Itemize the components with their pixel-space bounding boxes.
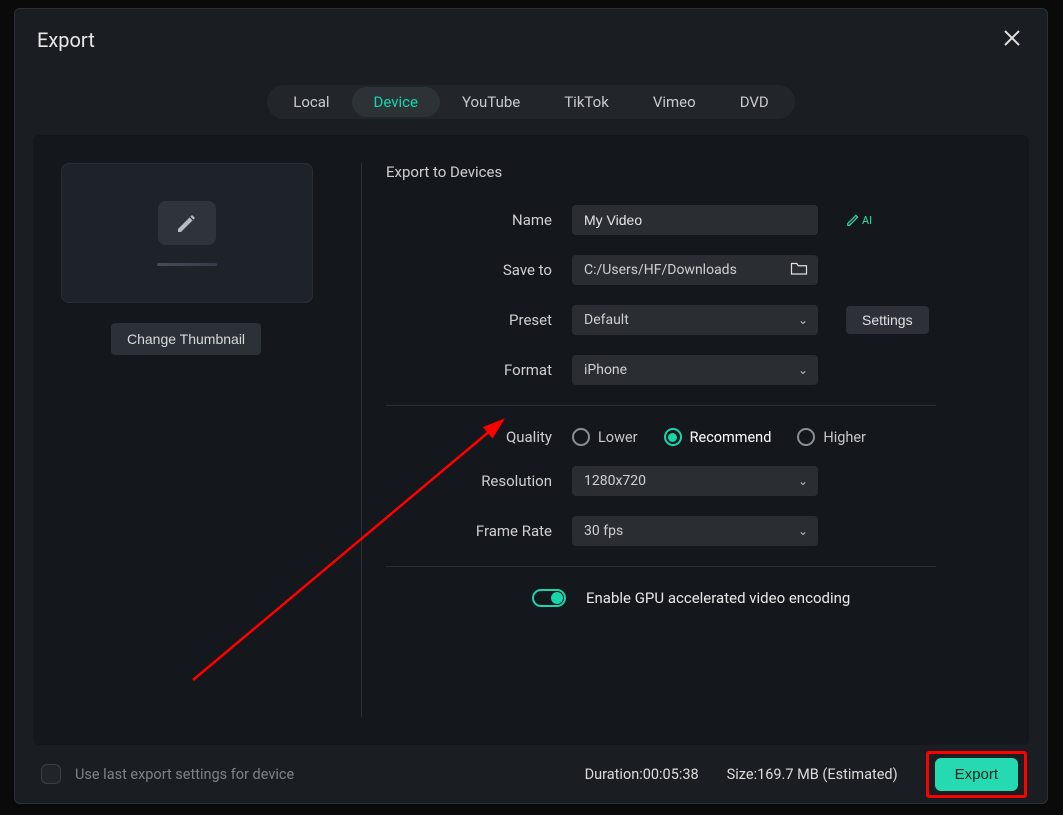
radio-label: Recommend <box>690 429 772 446</box>
quality-radio-group: Lower Recommend Higher <box>572 428 866 446</box>
settings-button[interactable]: Settings <box>846 306 929 334</box>
tab-vimeo[interactable]: Vimeo <box>631 87 718 117</box>
use-last-settings-checkbox[interactable] <box>41 764 61 784</box>
chevron-down-icon: ⌄ <box>798 363 808 377</box>
resolution-value: 1280x720 <box>584 473 646 489</box>
tab-local[interactable]: Local <box>271 87 351 117</box>
export-modal: Export Local Device YouTube TikTok Vimeo… <box>14 8 1048 804</box>
save-to-value: C:/Users/HF/Downloads <box>584 262 737 278</box>
export-button-highlight: Export <box>926 751 1027 798</box>
size-value: 169.7 MB <box>757 766 819 783</box>
thumbnail-preview[interactable] <box>61 163 313 303</box>
vertical-divider <box>361 163 362 717</box>
duration-info: Duration:00:05:38 <box>585 766 699 783</box>
format-select[interactable]: iPhone ⌄ <box>572 355 818 385</box>
size-suffix: (Estimated) <box>822 766 897 783</box>
toggle-on-icon <box>532 589 566 607</box>
row-preset: Preset Default ⌄ Settings <box>386 305 1005 335</box>
row-resolution: Resolution 1280x720 ⌄ <box>386 466 1005 496</box>
row-name: Name AI <box>386 205 1005 235</box>
folder-icon[interactable] <box>790 260 808 280</box>
chevron-down-icon: ⌄ <box>798 313 808 327</box>
divider-2 <box>386 566 936 567</box>
quality-lower[interactable]: Lower <box>572 428 638 446</box>
close-button[interactable] <box>999 25 1025 55</box>
section-title: Export to Devices <box>386 163 1005 181</box>
export-button[interactable]: Export <box>935 758 1018 791</box>
pen-icon <box>846 213 860 227</box>
modal-title: Export <box>37 28 95 52</box>
body-panel: Change Thumbnail Export to Devices Name … <box>33 135 1029 745</box>
resolution-select[interactable]: 1280x720 ⌄ <box>572 466 818 496</box>
thumbnail-line <box>157 263 217 266</box>
preset-value: Default <box>584 312 629 328</box>
label-quality: Quality <box>386 428 572 446</box>
modal-header: Export <box>15 9 1047 67</box>
close-icon <box>1003 29 1021 47</box>
modal-footer: Use last export settings for device Dura… <box>15 745 1047 803</box>
tab-dvd[interactable]: DVD <box>718 87 791 117</box>
row-quality: Quality Lower Recommend Higher <box>386 428 1005 446</box>
pencil-icon <box>175 211 199 235</box>
radio-label: Lower <box>598 429 638 446</box>
right-column: Export to Devices Name AI Save to C:/Use… <box>386 163 1005 717</box>
edit-icon-box <box>158 201 216 245</box>
gpu-toggle[interactable] <box>532 589 566 607</box>
chevron-down-icon: ⌄ <box>798 474 808 488</box>
label-resolution: Resolution <box>386 472 572 490</box>
tab-youtube[interactable]: YouTube <box>440 87 542 117</box>
duration-label: Duration: <box>585 766 643 783</box>
chevron-down-icon: ⌄ <box>798 524 808 538</box>
tab-device[interactable]: Device <box>352 87 440 117</box>
export-tabs: Local Device YouTube TikTok Vimeo DVD <box>267 85 795 119</box>
left-column: Change Thumbnail <box>61 163 353 717</box>
radio-icon <box>572 428 590 446</box>
tab-tiktok[interactable]: TikTok <box>542 87 631 117</box>
divider-1 <box>386 405 936 406</box>
name-input[interactable] <box>572 205 818 235</box>
quality-higher[interactable]: Higher <box>797 428 866 446</box>
duration-value: 00:05:38 <box>643 766 699 783</box>
change-thumbnail-button[interactable]: Change Thumbnail <box>111 323 261 355</box>
row-save-to: Save to C:/Users/HF/Downloads <box>386 255 1005 285</box>
label-preset: Preset <box>386 311 572 329</box>
row-format: Format iPhone ⌄ <box>386 355 1005 385</box>
ai-label: AI <box>862 214 872 227</box>
use-last-settings-label: Use last export settings for device <box>75 766 294 783</box>
radio-icon <box>797 428 815 446</box>
quality-recommend[interactable]: Recommend <box>664 428 772 446</box>
row-gpu-toggle: Enable GPU accelerated video encoding <box>386 589 1005 607</box>
label-frame-rate: Frame Rate <box>386 522 572 540</box>
row-frame-rate: Frame Rate 30 fps ⌄ <box>386 516 1005 546</box>
radio-label: Higher <box>823 429 866 446</box>
label-name: Name <box>386 211 572 229</box>
size-info: Size:169.7 MB (Estimated) <box>727 766 898 783</box>
ai-rename-button[interactable]: AI <box>846 213 872 227</box>
frame-rate-value: 30 fps <box>584 523 623 539</box>
format-value: iPhone <box>584 362 627 378</box>
size-label: Size: <box>727 766 757 783</box>
save-to-field[interactable]: C:/Users/HF/Downloads <box>572 255 818 285</box>
preset-select[interactable]: Default ⌄ <box>572 305 818 335</box>
radio-icon-selected <box>664 428 682 446</box>
label-save-to: Save to <box>386 261 572 279</box>
label-format: Format <box>386 361 572 379</box>
frame-rate-select[interactable]: 30 fps ⌄ <box>572 516 818 546</box>
gpu-toggle-label: Enable GPU accelerated video encoding <box>586 589 850 607</box>
